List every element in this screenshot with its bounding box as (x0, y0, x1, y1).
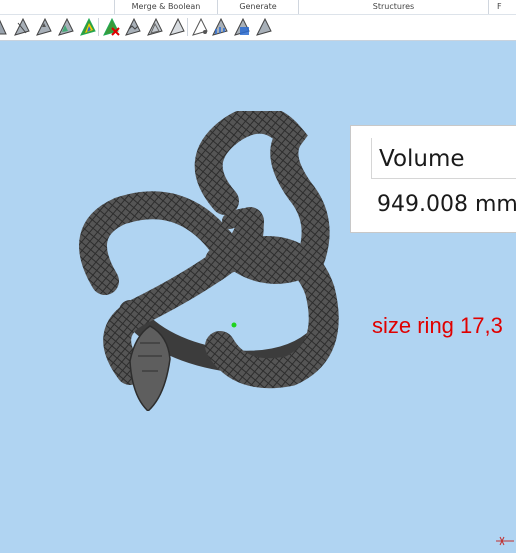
structure-triangle-icon[interactable] (190, 17, 210, 37)
stamp-triangle-icon[interactable] (123, 17, 143, 37)
tool-row (0, 15, 516, 40)
cut-triangle-icon[interactable] (12, 17, 32, 37)
outline-triangle-icon[interactable] (167, 17, 187, 37)
group-f[interactable]: F (489, 2, 516, 11)
color-triangle-icon[interactable] (56, 17, 76, 37)
volume-header: Volume (379, 146, 465, 172)
axis-triad-icon (496, 536, 514, 546)
3d-viewport[interactable]: Volume 949.008 mm³ size ring 17,3 (0, 41, 516, 546)
partial-slice-icon[interactable] (254, 17, 274, 37)
delete-triangle-icon[interactable] (101, 17, 121, 37)
ribbon-toolbar: Merge & Boolean Generate Structures F (0, 0, 516, 41)
group-structures[interactable]: Structures (299, 2, 488, 11)
support-triangle-icon[interactable] (210, 17, 230, 37)
snake-ring-model[interactable] (70, 111, 350, 411)
fill-triangle-icon[interactable] (78, 17, 98, 37)
group-generate[interactable]: Generate (218, 2, 298, 11)
toolbar-separator (98, 18, 99, 36)
volume-info-panel: Volume 949.008 mm³ (350, 125, 516, 233)
group-merge-boolean[interactable]: Merge & Boolean (115, 2, 217, 11)
partial-tool-icon[interactable] (0, 17, 10, 37)
extrude-triangle-icon[interactable] (34, 17, 54, 37)
ribbon-group-row: Merge & Boolean Generate Structures F (0, 0, 516, 15)
ring-size-annotation: size ring 17,3 (372, 313, 503, 338)
volume-value: 949.008 mm³ (377, 192, 516, 217)
toolbar-separator (187, 18, 188, 36)
shell-triangle-icon[interactable] (145, 17, 165, 37)
slice-triangle-icon[interactable] (232, 17, 252, 37)
